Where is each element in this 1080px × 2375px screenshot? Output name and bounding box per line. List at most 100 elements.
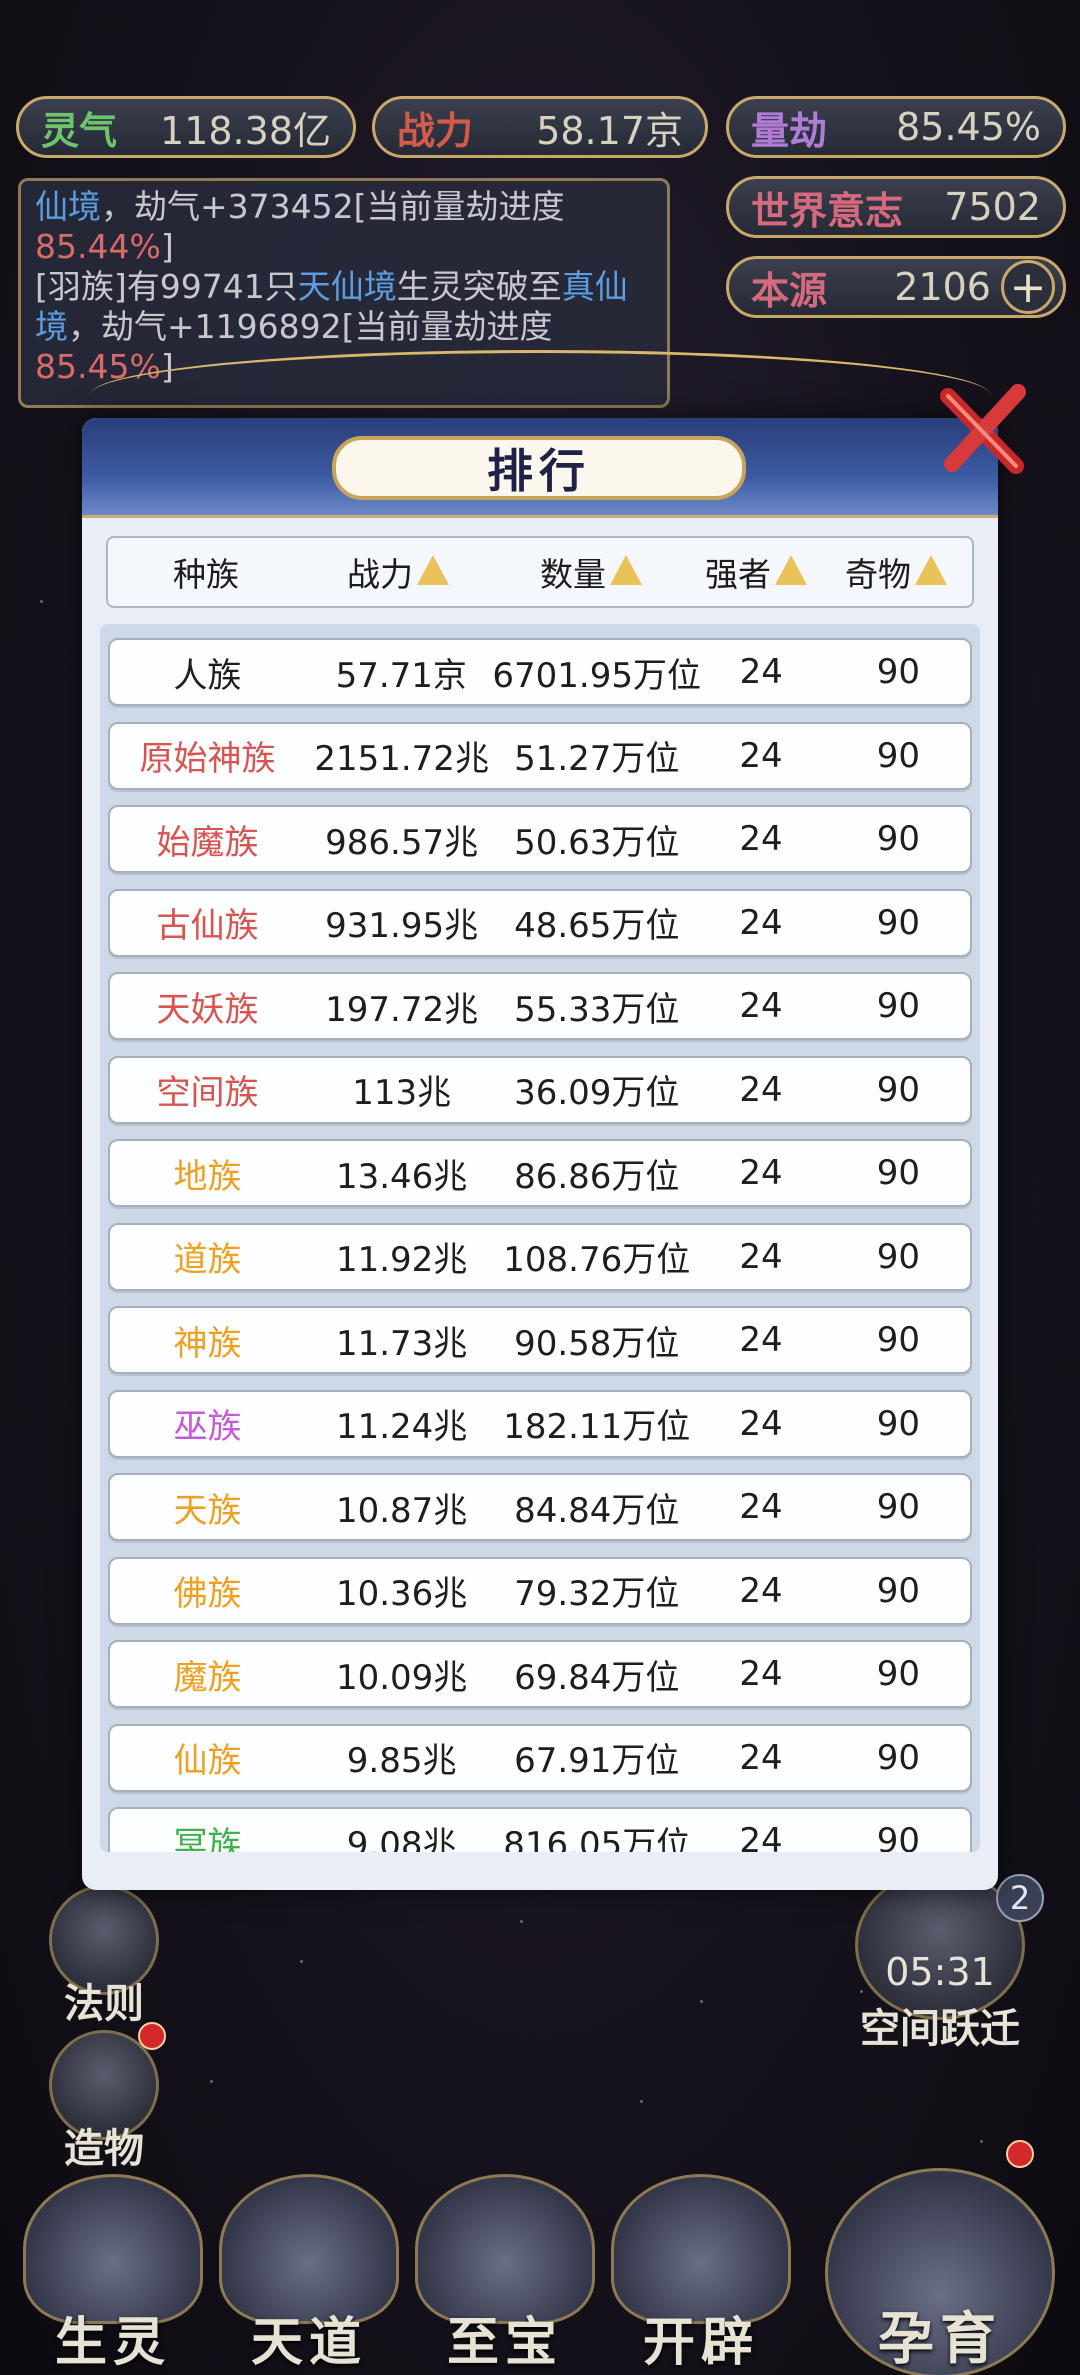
table-row[interactable]: 人族 57.71京 6701.95万位 24 90	[108, 638, 972, 706]
col-power[interactable]: 战力	[304, 538, 492, 606]
power-cell: 10.36兆	[335, 1574, 468, 1614]
zaowu-label: 造物	[64, 2126, 144, 2172]
item-cell: 90	[876, 1069, 920, 1110]
zaowu-button[interactable]: 造物	[44, 2030, 164, 2174]
modal-title: 排行	[332, 436, 746, 500]
strong-cell: 24	[739, 1737, 783, 1778]
power-cell: 13.46兆	[335, 1156, 468, 1197]
strong-cell: 24	[739, 1069, 783, 1110]
count-cell: 79.32万位	[514, 1574, 680, 1614]
stat-benyuan-value: 2106	[894, 265, 991, 309]
sort-up-icon	[775, 555, 807, 585]
col-item[interactable]: 奇物	[822, 538, 970, 606]
col-race: 种族	[108, 538, 304, 606]
log-text: ]	[160, 227, 174, 266]
stat-liangjie[interactable]: 量劫 85.45%	[726, 96, 1066, 158]
table-row[interactable]: 冥族 9.08兆 816.05万位 24 90	[108, 1807, 972, 1852]
close-icon[interactable]	[938, 382, 1030, 478]
table-row[interactable]: 仙族 9.85兆 67.91万位 24 90	[108, 1723, 972, 1792]
count-cell: 90.58万位	[514, 1323, 680, 1364]
nav-zhibao[interactable]: 至宝	[410, 2174, 600, 2375]
table-row[interactable]: 天族 10.87兆 84.84万位 24 90	[108, 1473, 972, 1541]
race-cell: 人族	[173, 655, 242, 696]
col-count-label: 数量	[540, 555, 606, 594]
col-power-label: 战力	[347, 555, 413, 594]
item-cell: 90	[876, 652, 921, 692]
count-cell: 36.09万位	[514, 1073, 680, 1113]
nav-tiandao[interactable]: 天道	[214, 2174, 404, 2375]
nav-kaipi-label: 开辟	[642, 2313, 759, 2373]
nav-shengling[interactable]: 生灵	[18, 2174, 208, 2375]
race-cell: 佛族	[173, 1574, 242, 1614]
item-cell: 90	[876, 1821, 920, 1852]
table-row[interactable]: 原始神族 2151.72兆 51.27万位 24 90	[108, 721, 972, 790]
race-cell: 古仙族	[156, 906, 259, 946]
power-cell: 2151.72兆	[314, 739, 489, 779]
strong-cell: 24	[739, 1153, 783, 1193]
strong-cell: 24	[739, 735, 783, 776]
faze-label: 法则	[64, 1981, 144, 2027]
table-row[interactable]: 魔族 10.09兆 69.84万位 24 90	[108, 1640, 972, 1708]
strong-cell: 24	[739, 1403, 783, 1444]
stat-zhanli-label: 战力	[397, 108, 474, 153]
sort-up-icon	[610, 555, 642, 585]
count-cell: 51.27万位	[514, 739, 680, 779]
table-row[interactable]: 始魔族 986.57兆 50.63万位 24 90	[108, 805, 972, 873]
ranking-list[interactable]: 人族 57.71京 6701.95万位 24 90 原始神族 2151.72兆 51.27万位…	[100, 624, 980, 1852]
stat-shijie-label: 世界意志	[751, 188, 904, 233]
stat-lingqi-label: 灵气	[41, 108, 118, 153]
power-cell: 986.57兆	[325, 822, 479, 863]
item-cell: 90	[876, 1320, 920, 1360]
nav-yunyu[interactable]: 孕育	[820, 2168, 1060, 2375]
power-cell: 113兆	[352, 1073, 452, 1113]
log-progress: 85.44%	[35, 227, 161, 266]
table-row[interactable]: 道族 11.92兆 108.76万位 24 90	[108, 1222, 972, 1291]
ranking-modal: 排行 种族 战力 数量 强者 奇物 人族 57.71京 6701.95万位 24 90 原…	[82, 418, 998, 1890]
strong-cell: 24	[739, 819, 783, 859]
item-cell: 90	[876, 902, 920, 943]
strong-cell: 24	[739, 1570, 783, 1611]
table-row[interactable]: 巫族 11.24兆 182.11万位 24 90	[108, 1389, 972, 1458]
item-cell: 90	[876, 1153, 920, 1193]
log-realm-text: 仙境	[35, 187, 101, 226]
faze-button[interactable]: 法则	[44, 1885, 164, 2029]
race-cell: 仙族	[173, 1741, 242, 1781]
col-strong[interactable]: 强者	[690, 538, 822, 606]
power-cell: 11.24兆	[335, 1407, 468, 1447]
power-cell: 197.72兆	[325, 989, 479, 1030]
count-cell: 108.76万位	[503, 1240, 691, 1280]
count-cell: 182.11万位	[503, 1407, 691, 1447]
notification-dot	[1006, 2140, 1034, 2168]
power-cell: 11.73兆	[335, 1323, 468, 1364]
kongjian-timer: 05:31	[885, 1950, 995, 1994]
table-row[interactable]: 空间族 113兆 36.09万位 24 90	[108, 1055, 972, 1124]
table-row[interactable]: 神族 11.73兆 90.58万位 24 90	[108, 1306, 972, 1374]
stat-lingqi: 灵气 118.38亿	[16, 96, 356, 158]
nav-shengling-label: 生灵	[54, 2313, 171, 2373]
kongjian-badge: 2	[996, 1874, 1044, 1922]
strong-cell: 24	[739, 986, 783, 1026]
log-line-1: 仙境，劫气+373452[当前量劫进度 85.44%]	[35, 187, 653, 267]
strong-cell: 24	[739, 902, 783, 943]
log-text: 生灵突破至	[396, 267, 562, 306]
plus-icon[interactable]: +	[1001, 260, 1055, 314]
race-cell: 空间族	[156, 1073, 259, 1113]
race-cell: 冥族	[173, 1824, 242, 1853]
strong-cell: 24	[739, 1487, 783, 1527]
race-cell: 始魔族	[156, 822, 259, 863]
race-cell: 神族	[173, 1323, 242, 1364]
stat-liangjie-value: 85.45%	[896, 105, 1041, 149]
nav-kaipi[interactable]: 开辟	[606, 2174, 796, 2375]
modal-header: 排行	[82, 418, 998, 518]
strong-cell: 24	[739, 1320, 783, 1360]
table-row[interactable]: 天妖族 197.72兆 55.33万位 24 90	[108, 972, 972, 1040]
col-count[interactable]: 数量	[492, 538, 690, 606]
log-text: ，劫气+1196892[当前量劫进度	[68, 307, 553, 346]
stat-shijie[interactable]: 世界意志 7502	[726, 176, 1066, 238]
col-race-label: 种族	[173, 555, 239, 594]
nav-tiandao-label: 天道	[250, 2313, 367, 2373]
table-row[interactable]: 古仙族 931.95兆 48.65万位 24 90	[108, 888, 972, 957]
table-row[interactable]: 佛族 10.36兆 79.32万位 24 90	[108, 1556, 972, 1625]
table-row[interactable]: 地族 13.46兆 86.86万位 24 90	[108, 1139, 972, 1207]
item-cell: 90	[876, 735, 920, 776]
